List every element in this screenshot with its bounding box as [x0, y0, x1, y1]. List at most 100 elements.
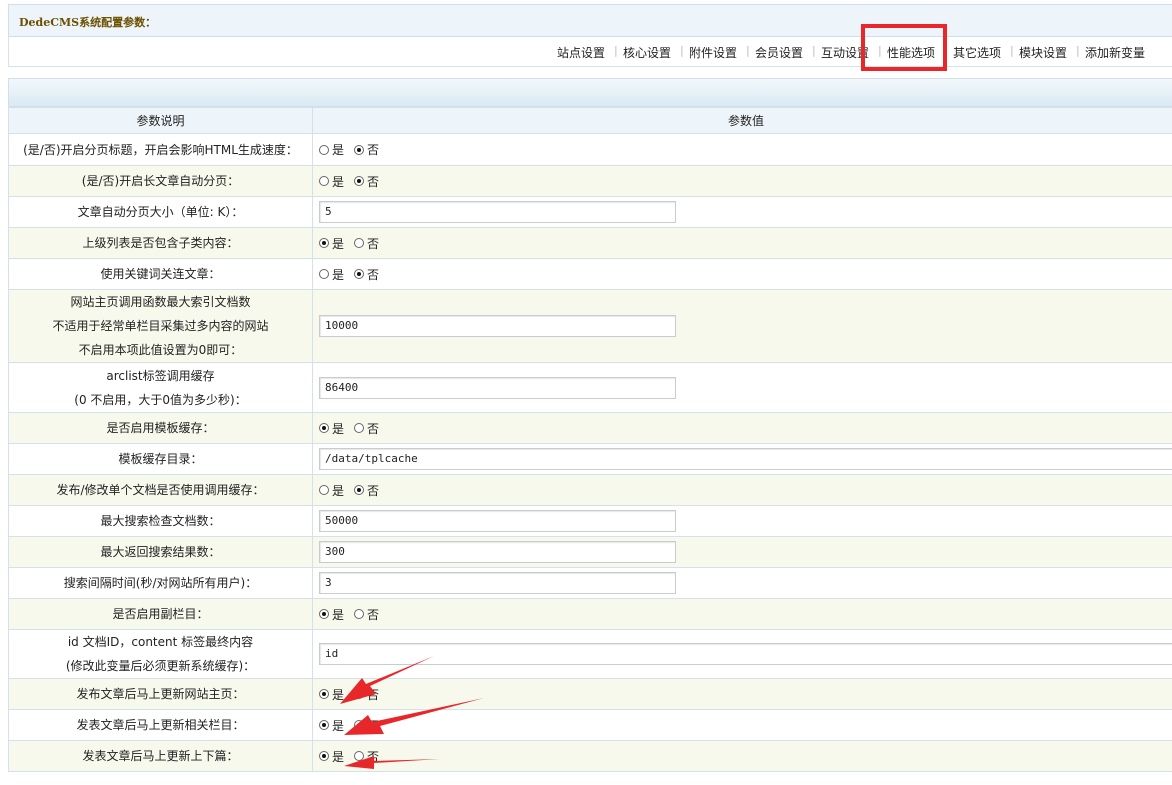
radio-no[interactable] [354, 238, 365, 248]
radio-no-label: 否 [367, 267, 380, 282]
tab-separator: | [1076, 44, 1080, 57]
tab-add-variable[interactable]: 添加新变量 [1085, 44, 1145, 61]
tab-other-options[interactable]: 其它选项 [953, 44, 1001, 61]
description-line: 发布/修改单个文档是否使用调用缓存： [56, 483, 265, 497]
radio-no[interactable] [354, 720, 365, 730]
radio-no-label: 否 [367, 749, 380, 764]
tab-attachment-settings[interactable]: 附件设置 [689, 44, 737, 61]
radio-no[interactable] [354, 269, 365, 279]
tab-separator: | [680, 44, 684, 57]
param-input[interactable]: 86400 [319, 376, 676, 399]
radio-no[interactable] [354, 144, 365, 155]
radio-no[interactable] [354, 689, 365, 699]
yes-no-radio-group: 是否 [319, 262, 1172, 286]
param-description: 是否启用模板缓存： [8, 412, 313, 444]
table-row: 发布文章后马上更新网站主页： 是 否 [8, 678, 1172, 710]
param-value: 是否 [312, 227, 1172, 259]
param-value: 10000 [312, 289, 1172, 363]
radio-no-label: 否 [367, 607, 380, 622]
table-row: (是/否)开启分页标题，开启会影响HTML生成速度：是否 [8, 133, 1172, 166]
table-row: 是否启用模板缓存：是否 [8, 412, 1172, 444]
param-value: 是否 [312, 474, 1172, 506]
description-line: 文章自动分页大小（单位: K）： [77, 205, 244, 219]
tab-separator: | [746, 44, 750, 57]
radio-yes-label: 是 [332, 718, 345, 733]
radio-no-label: 否 [367, 687, 380, 702]
radio-yes[interactable] [319, 485, 329, 495]
param-value: 是否 [312, 412, 1172, 444]
table-row: 文章自动分页大小（单位: K）： 5 [8, 196, 1172, 228]
param-description: 上级列表是否包含子类内容： [8, 227, 313, 259]
param-value: 50000 [312, 505, 1172, 537]
param-input[interactable]: 300 [319, 541, 676, 563]
settings-tab-bar: 站点设置 | 核心设置 | 附件设置 | 会员设置 | 互动设置 | 性能选项 … [8, 37, 1172, 67]
yes-no-radio-group: 是否 [319, 713, 1172, 737]
tab-separator: | [812, 44, 816, 57]
param-description: 是否启用副栏目： [8, 598, 313, 630]
radio-yes-label: 是 [332, 687, 345, 702]
param-description: 最大返回搜索结果数： [8, 536, 313, 568]
radio-yes[interactable] [319, 689, 329, 699]
tab-site-settings[interactable]: 站点设置 [557, 44, 605, 61]
param-value: /data/tplcache [312, 443, 1172, 475]
param-input[interactable]: 3 [319, 572, 676, 594]
description-line: 发表文章后马上更新相关栏目： [76, 718, 245, 732]
description-line: 网站主页调用函数最大索引文档数 [70, 295, 251, 309]
tab-member-settings[interactable]: 会员设置 [755, 44, 803, 61]
tab-core-settings[interactable]: 核心设置 [623, 44, 671, 61]
radio-yes[interactable] [319, 720, 329, 730]
radio-yes[interactable] [319, 176, 329, 186]
table-row: 上级列表是否包含子类内容： 是否 [8, 227, 1172, 259]
page-header: DedeCMS系统配置参数： [8, 4, 1172, 37]
description-line: (是/否)开启分页标题，开启会影响HTML生成速度： [23, 142, 298, 157]
param-input[interactable]: 50000 [319, 510, 676, 532]
yes-no-radio-group: 是否 [319, 416, 1172, 440]
radio-no-label: 否 [367, 236, 380, 251]
param-input[interactable]: 5 [319, 201, 676, 223]
description-line: id 文档ID，content 标签最终内容 [67, 635, 254, 649]
radio-yes-label: 是 [332, 607, 345, 622]
description-line: 模板缓存目录： [118, 452, 203, 466]
param-value: 是否 [312, 165, 1172, 197]
radio-no[interactable] [354, 485, 365, 495]
page-title: DedeCMS系统配置参数： [19, 16, 157, 29]
param-value: 300 [312, 536, 1172, 568]
radio-yes[interactable] [319, 609, 329, 619]
radio-yes[interactable] [319, 144, 329, 155]
description-line: 搜索间隔时间(秒/对网站所有用户)： [63, 576, 258, 590]
yes-no-radio-group: 是否 [319, 231, 1172, 255]
description-line: arclist标签调用缓存 [106, 368, 215, 383]
param-description: 模板缓存目录： [8, 443, 313, 475]
table-row: 最大搜索检查文档数： 50000 [8, 505, 1172, 537]
radio-yes-label: 是 [332, 267, 345, 282]
param-value: 3 [312, 567, 1172, 599]
radio-yes[interactable] [319, 423, 329, 433]
description-line: 发表文章后马上更新上下篇： [82, 749, 239, 763]
param-value: id [312, 629, 1172, 679]
param-input[interactable]: id [319, 643, 1172, 665]
param-input[interactable]: /data/tplcache [319, 448, 1172, 470]
table-header-row: 参数说明 参数值 [8, 107, 1172, 134]
radio-yes[interactable] [319, 238, 329, 248]
radio-no-label: 否 [367, 174, 380, 189]
radio-no[interactable] [354, 423, 365, 433]
radio-no-label: 否 [367, 143, 380, 157]
param-description: 最大搜索检查文档数： [8, 505, 313, 537]
radio-no-label: 否 [367, 718, 380, 733]
radio-yes-label: 是 [332, 749, 345, 764]
radio-yes[interactable] [319, 751, 329, 761]
param-description: 发布文章后马上更新网站主页： [8, 678, 313, 710]
radio-no[interactable] [354, 176, 365, 186]
radio-yes-label: 是 [332, 421, 345, 436]
tab-module-settings[interactable]: 模块设置 [1019, 44, 1067, 61]
param-description: arclist标签调用缓存 (0 不启用，大于0值为多少秒)： [8, 362, 313, 413]
radio-yes-label: 是 [332, 483, 345, 498]
radio-yes[interactable] [319, 269, 329, 279]
radio-no[interactable] [354, 609, 365, 619]
yes-no-radio-group: 是否 [319, 602, 1172, 626]
description-line: 上级列表是否包含子类内容： [82, 236, 239, 250]
tab-separator: | [1010, 44, 1014, 57]
param-value: 是否 [312, 740, 1172, 772]
param-input[interactable]: 10000 [319, 315, 676, 337]
radio-no[interactable] [354, 751, 365, 761]
